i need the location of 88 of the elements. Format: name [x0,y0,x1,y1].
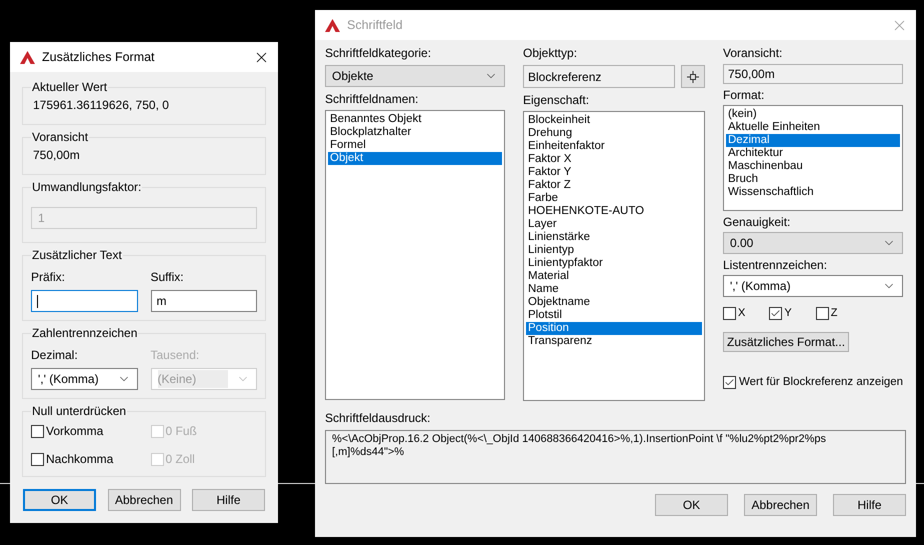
dialog-button[interactable]: Hilfe [833,494,906,516]
checkbox-label: Nachkomma [46,451,114,468]
input-field[interactable]: m [150,290,257,312]
checkbox-label: Vorkomma [46,423,104,440]
list-item[interactable]: Objekt [328,152,502,165]
checkbox-label: 0 Fuß [166,423,197,440]
list-item[interactable]: Wissenschaftlich [726,186,900,199]
field-label: Schriftfeldausdruck: [325,410,432,427]
expression-field[interactable]: %<\AcObjProp.16.2 Object(%<\_ObjId 140688366420416>%,1).InsertionPoint \f "%lu2%pt2%pr2%ps [,m]%ds44">% [325,430,906,484]
checkbox[interactable] [769,306,782,320]
list-item[interactable]: Farbe [526,192,702,205]
list-item[interactable]: Linientypfaktor [526,257,702,270]
pick-button[interactable] [681,65,705,88]
checkbox-label: Z [830,306,838,321]
list-item[interactable]: Blockeinheit [526,114,702,127]
field-label: Eigenschaft: [523,92,590,109]
preview-field: 750,00m [723,64,903,84]
dropdown[interactable]: 0.00 [723,232,903,254]
checkbox-label: X [738,306,746,321]
list-item[interactable]: Maschinenbau [726,160,900,173]
list-item[interactable]: Faktor X [526,153,702,166]
field-label: Dezimal: [31,347,79,364]
group-label: Aktueller Wert [31,79,108,96]
list-item[interactable]: Drehung [526,127,702,140]
list-item[interactable]: Faktor Z [526,179,702,192]
dropdown[interactable]: ',' (Komma) [723,275,903,297]
list-item[interactable]: Architektur [726,147,900,160]
list-item[interactable]: Layer [526,218,702,231]
field-label: Suffix: [150,269,185,286]
dialog-button[interactable]: OK [23,489,96,511]
list-item[interactable]: Faktor Y [526,166,702,179]
input-field[interactable] [31,290,138,312]
list-item[interactable]: Objektname [526,296,702,309]
additional-format-button[interactable]: Zusätzliches Format... [723,332,850,352]
checkbox-label: Y [784,306,792,321]
dialog-button[interactable]: Abbrechen [744,494,817,516]
list-item[interactable]: Benanntes Objekt [328,113,502,126]
dialog-button[interactable]: OK [655,494,728,516]
list-item[interactable]: Transparenz [526,335,702,348]
checkbox[interactable] [31,424,44,438]
list-item[interactable]: Dezimal [726,134,900,147]
group-label: Zusätzlicher Text [31,247,123,264]
field-label: Schriftfeldnamen: [325,91,420,108]
checkbox[interactable] [723,306,736,320]
object-type-field: Blockreferenz [523,65,675,88]
app-logo-icon [325,18,340,32]
list-item[interactable]: Linienstärke [526,231,702,244]
list-item[interactable]: (kein) [726,108,900,121]
list-item[interactable]: Position [526,322,702,335]
checkbox[interactable] [723,376,736,389]
expression-line: %<\AcObjProp.16.2 Object(%<\_ObjId 140688366420416>%,1).InsertionPoint \f "%lu2%pt2%pr2%ps [332,433,828,446]
field-label: Tausend: [150,347,200,364]
list-item[interactable]: Aktuelle Einheiten [726,121,900,134]
dialog-button[interactable]: Abbrechen [108,489,180,511]
checkbox-label: 0 Zoll [166,451,195,468]
crosshair-icon [687,70,699,82]
list-item[interactable]: Bruch [726,173,900,186]
preview-value: 750,00m [32,147,81,164]
expression-line: [,m]%ds44">% [332,446,406,459]
list-item[interactable]: Name [526,283,702,296]
window-title: Zusätzliches Format [42,48,155,66]
field-label: Format: [723,87,766,104]
window-title: Schriftfeld [347,16,403,34]
current-value: 175961.36119626, 750, 0 [32,97,170,114]
dropdown[interactable]: Objekte [325,65,505,87]
list-item[interactable]: Formel [328,139,502,152]
dropdown[interactable]: ',' (Komma) [31,368,138,390]
checkbox[interactable] [816,306,829,320]
field-label: Objekttyp: [523,45,578,62]
checkbox[interactable] [31,452,44,466]
field-label: Schriftfeldkategorie: [325,45,432,62]
app-logo-icon [20,50,35,64]
list-item[interactable]: Linientyp [526,244,702,257]
group-label: Null unterdrücken [31,403,128,420]
group-label: Umwandlungsfaktor: [31,179,142,196]
list-item[interactable]: Blockplatzhalter [328,126,502,139]
list-item[interactable]: Plotstil [526,309,702,322]
field-label: Voransicht: [723,45,784,62]
field-label: Listentrennzeichen: [723,257,828,274]
list-item[interactable]: Material [526,270,702,283]
dialog-button[interactable]: Hilfe [192,489,265,511]
group-label: Zahlentrennzeichen [31,325,138,342]
list-item[interactable]: Einheitenfaktor [526,140,702,153]
checkbox-label: Wert für Blockreferenz anzeigen [739,374,904,390]
list-item[interactable]: HOEHENKOTE-AUTO [526,205,702,218]
group-label: Voransicht [31,129,90,146]
field-label: Genauigkeit: [723,214,792,231]
field-label: Präfix: [31,269,66,286]
